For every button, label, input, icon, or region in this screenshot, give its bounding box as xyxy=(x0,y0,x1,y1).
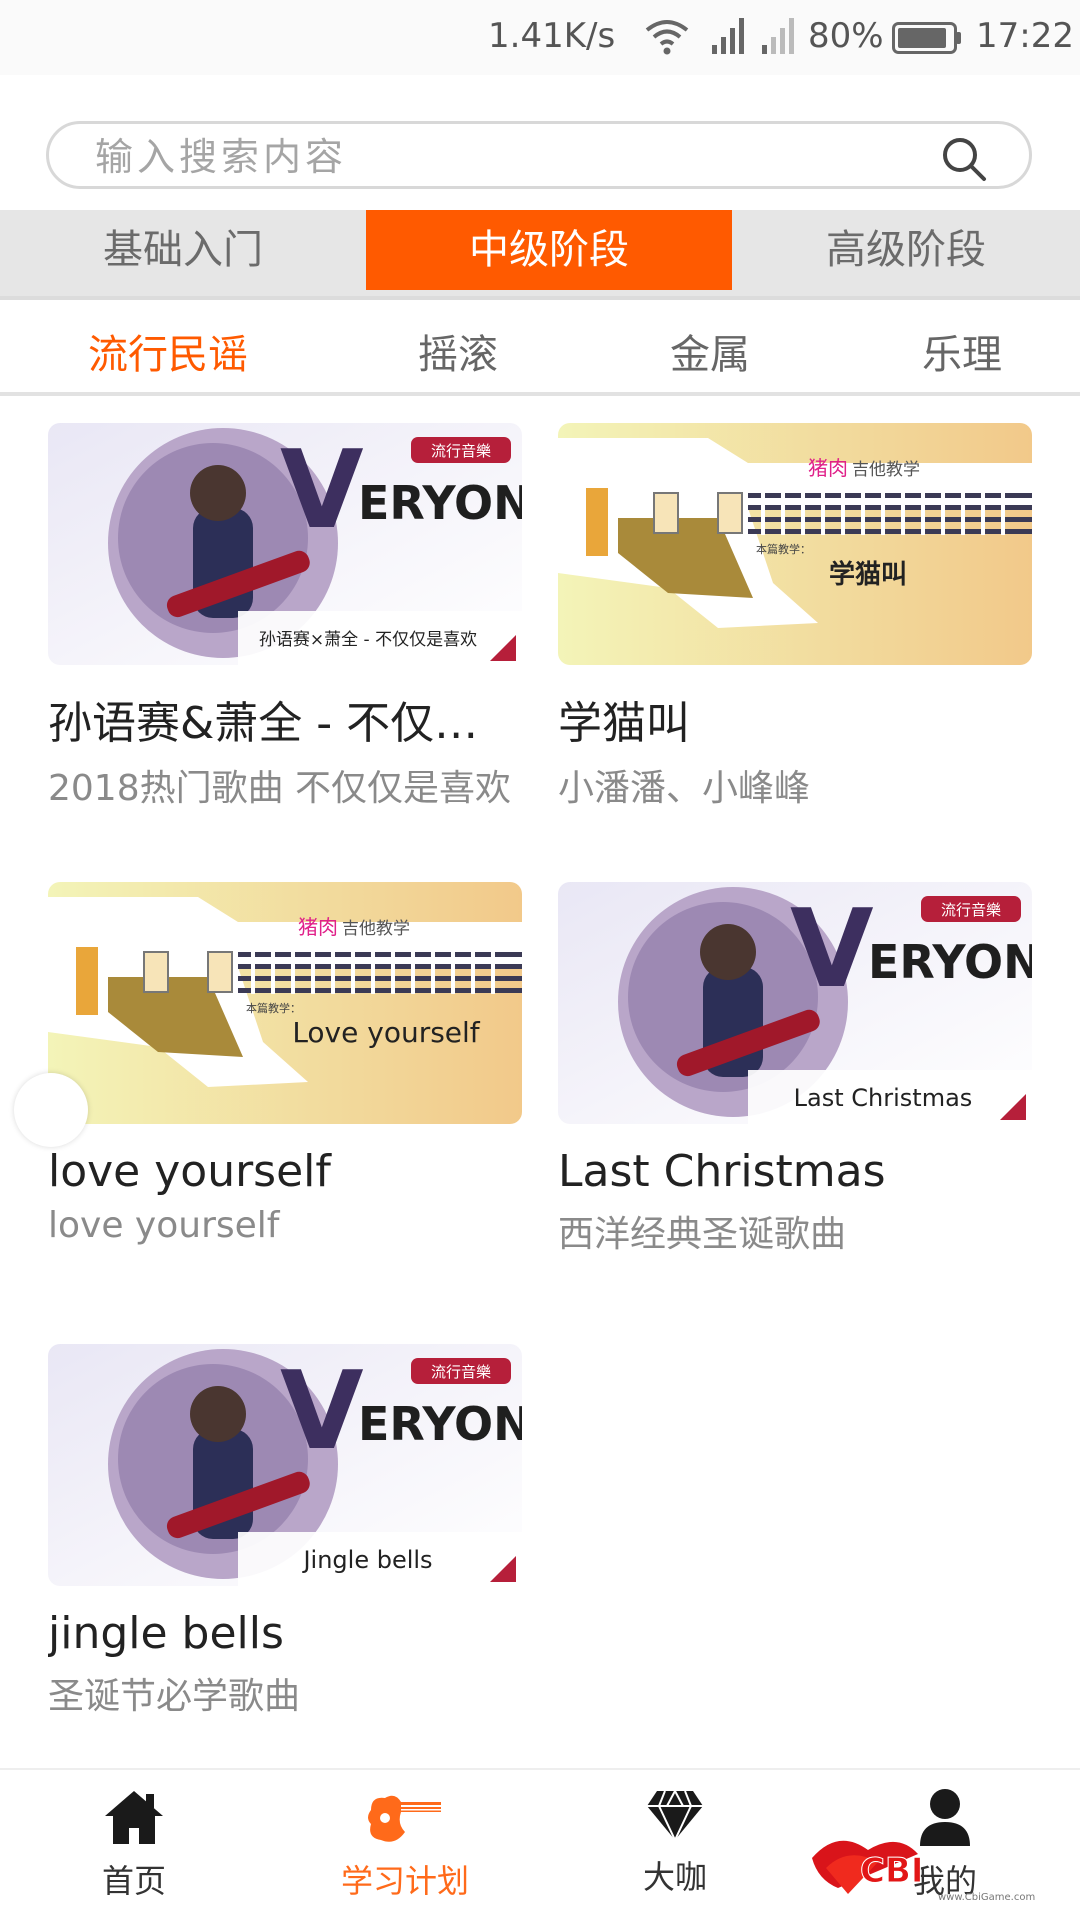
course-subtitle: 小潘潘、小峰峰 xyxy=(558,768,811,809)
search-bar[interactable] xyxy=(46,121,1032,189)
nav-study-plan[interactable]: 学习计划 xyxy=(305,1788,505,1902)
genre-tabs: 流行民谣 摇滚 金属 乐理 xyxy=(0,300,1080,396)
diamond-icon xyxy=(647,1790,703,1841)
nav-home-label: 首页 xyxy=(101,1862,166,1900)
nav-study-plan-label: 学习计划 xyxy=(340,1862,469,1900)
svg-text:吉他教学: 吉他教学 xyxy=(342,919,410,939)
svg-text:Love yourself: Love yourself xyxy=(292,1016,480,1049)
svg-text:ERYON: ERYON xyxy=(358,1397,522,1451)
tab-music-theory[interactable]: 乐理 xyxy=(922,322,1002,380)
svg-text:流行音樂: 流行音樂 xyxy=(941,901,1001,919)
nav-home[interactable]: 首页 xyxy=(34,1788,234,1902)
course-subtitle: 西洋经典圣诞歌曲 xyxy=(558,1214,847,1255)
course-thumbnail[interactable]: V ERYON 流行音樂 Last Christmas xyxy=(558,882,1032,1124)
svg-text:流行音樂: 流行音樂 xyxy=(431,1363,491,1381)
course-card[interactable]: 猪肉 吉他教学 本篇教学： 学猫叫 学猫叫 小潘潘、小峰峰 xyxy=(558,423,1032,811)
course-thumbnail[interactable]: V ERYON 流行音樂 Jingle bells xyxy=(48,1344,522,1586)
svg-text:Jingle bells: Jingle bells xyxy=(301,1546,432,1574)
svg-text:ERYON: ERYON xyxy=(868,935,1032,989)
battery-icon xyxy=(892,22,961,54)
tab-basic[interactable]: 基础入门 xyxy=(0,210,366,290)
tab-advanced[interactable]: 高级阶段 xyxy=(732,210,1080,290)
tab-intermediate[interactable]: 中级阶段 xyxy=(366,210,732,290)
course-card[interactable]: V ERYON 流行音樂 孙语赛×萧全 - 不仅仅是喜欢 孙语赛&萧全 - 不仅… xyxy=(48,423,522,811)
search-icon[interactable] xyxy=(941,136,987,182)
tab-pop-folk[interactable]: 流行民谣 xyxy=(88,322,248,380)
svg-text:本篇教学：: 本篇教学： xyxy=(756,542,811,556)
course-title[interactable]: love yourself xyxy=(48,1146,522,1197)
svg-text:V: V xyxy=(280,428,364,553)
guitar-icon xyxy=(368,1795,441,1842)
wifi-icon xyxy=(645,20,689,55)
course-subtitle: love yourself xyxy=(48,1205,280,1246)
svg-text:V: V xyxy=(280,1349,364,1474)
svg-text:猪肉: 猪肉 xyxy=(808,456,848,480)
svg-text:www.CbiGame.com: www.CbiGame.com xyxy=(938,1892,1035,1903)
course-thumbnail[interactable]: V ERYON 流行音樂 孙语赛×萧全 - 不仅仅是喜欢 xyxy=(48,423,522,665)
svg-text:V: V xyxy=(790,887,874,1012)
course-card[interactable]: V ERYON 流行音樂 Jingle bells jingle bells 圣… xyxy=(48,1344,522,1719)
svg-text:本篇教学：: 本篇教学： xyxy=(246,1001,301,1015)
svg-text:吉他教学: 吉他教学 xyxy=(852,460,920,480)
svg-text:流行音樂: 流行音樂 xyxy=(431,442,491,460)
tab-metal[interactable]: 金属 xyxy=(670,322,750,380)
svg-text:CBI: CBI xyxy=(860,1851,924,1891)
clock: 17:22 xyxy=(976,16,1074,56)
course-title[interactable]: jingle bells xyxy=(48,1608,522,1659)
svg-text:孙语赛×萧全 - 不仅仅是喜欢: 孙语赛×萧全 - 不仅仅是喜欢 xyxy=(259,629,477,650)
tab-rock[interactable]: 摇滚 xyxy=(418,322,498,380)
home-icon xyxy=(105,1791,163,1844)
course-thumbnail[interactable]: 猪肉 吉他教学 本篇教学： Love yourself xyxy=(48,882,522,1124)
course-card[interactable]: V ERYON 流行音樂 Last Christmas Last Christm… xyxy=(558,882,1032,1257)
level-tabs: 基础入门 中级阶段 高级阶段 xyxy=(0,210,1080,300)
svg-text:Last Christmas: Last Christmas xyxy=(794,1084,973,1112)
svg-text:学猫叫: 学猫叫 xyxy=(829,559,907,590)
nav-masters-label: 大咖 xyxy=(642,1858,707,1896)
svg-text:猪肉: 猪肉 xyxy=(298,915,338,939)
course-card[interactable]: 猪肉 吉他教学 本篇教学： Love yourself love yoursel… xyxy=(48,882,522,1246)
course-thumbnail[interactable]: 猪肉 吉他教学 本篇教学： 学猫叫 xyxy=(558,423,1032,665)
course-subtitle: 2018热门歌曲 不仅仅是喜欢 xyxy=(48,768,512,809)
nav-masters[interactable]: 大咖 xyxy=(575,1788,775,1898)
course-title[interactable]: 孙语赛&萧全 - 不仅仅是喜欢 xyxy=(48,687,522,751)
course-subtitle: 圣诞节必学歌曲 xyxy=(48,1676,301,1717)
floating-assistant-button[interactable] xyxy=(14,1073,88,1147)
course-title[interactable]: 学猫叫 xyxy=(558,687,1032,751)
status-bar: 1.41K/s 80% 17:22 xyxy=(0,0,1080,75)
network-speed: 1.41K/s xyxy=(488,16,616,56)
course-title[interactable]: Last Christmas xyxy=(558,1146,1032,1197)
search-input[interactable] xyxy=(93,130,917,184)
cbi-watermark-logo: CBI www.CbiGame.com xyxy=(812,1840,1035,1903)
battery-percent: 80% xyxy=(808,16,884,56)
signal-icon xyxy=(712,18,744,54)
signal-weak-icon xyxy=(762,18,794,54)
svg-text:ERYON: ERYON xyxy=(358,476,522,530)
